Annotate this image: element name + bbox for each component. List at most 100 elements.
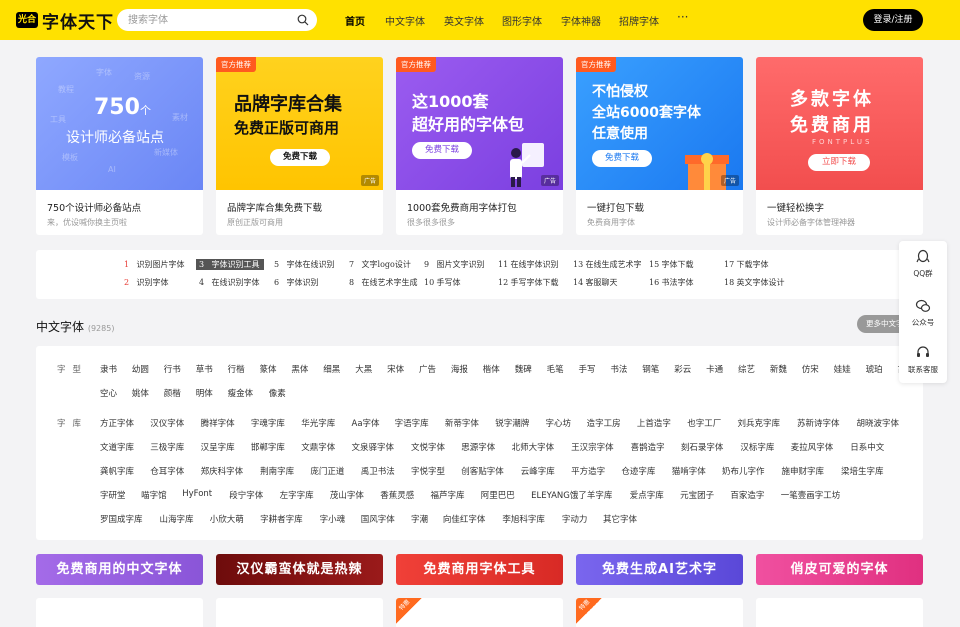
font-style-link[interactable]: 宋体 [387,363,404,375]
font-library-link[interactable]: 阿里巴巴 [481,489,515,501]
font-style-link[interactable]: 行书 [164,363,181,375]
hot-search-item[interactable]: 5 字体在线识别 [274,259,335,270]
font-card[interactable]: 特惠 [396,598,563,627]
bottom-banner[interactable]: 免费商用字体工具 [396,554,563,585]
font-library-link[interactable]: 国风字体 [361,513,395,525]
qq-group-button[interactable]: QQ群 [899,249,947,279]
font-library-link[interactable]: 奶布儿字作 [722,465,765,477]
bottom-banner[interactable]: 免费商用的中文字体 [36,554,203,585]
promo-card-brand-library[interactable]: 官方推荐 品牌字库合集 免费正版可商用 免费下载 广告 品牌字库合集免费下载 原… [216,57,383,235]
font-library-link[interactable]: 文悦字体 [411,441,445,453]
font-style-link[interactable]: 楷体 [483,363,500,375]
hot-search-item[interactable]: 13 在线生成艺术字 [573,259,642,270]
font-library-link[interactable]: 香蕉灵感 [380,489,414,501]
font-library-link[interactable]: 平方造字 [571,465,605,477]
font-library-link[interactable]: 锐字潮牌 [495,417,529,429]
font-library-link[interactable]: 方正字体 [100,417,134,429]
font-library-link[interactable]: 云峰字库 [521,465,555,477]
font-style-link[interactable]: 明体 [196,387,213,399]
hot-search-item[interactable]: 16 书法字体 [649,277,694,288]
font-style-link[interactable]: 娃娃 [834,363,851,375]
font-library-link[interactable]: 上首造字 [637,417,671,429]
font-library-link[interactable]: 字魂字库 [251,417,285,429]
wechat-button[interactable]: 公众号 [899,298,947,328]
hot-search-item[interactable]: 15 字体下载 [649,259,694,270]
font-library-link[interactable]: 其它字体 [603,513,637,525]
font-library-link[interactable]: 文鼎字体 [301,441,335,453]
font-library-link[interactable]: 新蒂字体 [445,417,479,429]
font-card[interactable] [216,598,383,627]
nav-home[interactable]: 首页 [345,13,365,28]
font-card[interactable] [756,598,923,627]
hot-search-item[interactable]: 14 客服聊天 [573,277,618,288]
font-style-link[interactable]: 仿宋 [802,363,819,375]
font-library-link[interactable]: 腾祥字体 [201,417,235,429]
font-library-link[interactable]: HyFont [182,489,212,499]
font-library-link[interactable]: 爱点字库 [630,489,664,501]
nav-graphic-fonts[interactable]: 图形字体 [502,13,542,28]
font-library-link[interactable]: 山海字库 [160,513,194,525]
font-library-link[interactable]: 一笔壹画字工坊 [781,489,841,501]
font-library-link[interactable]: 荆南字库 [260,465,294,477]
font-library-link[interactable]: 仓耳字体 [150,465,184,477]
font-library-link[interactable]: 日系中文 [850,441,884,453]
hot-search-item[interactable]: 8 在线艺术字生成 [349,277,418,288]
bottom-banner[interactable]: 汉仪霸蛮体就是热辣 [216,554,383,585]
font-library-link[interactable]: 三极字库 [150,441,184,453]
font-library-link[interactable]: 文泉驿字体 [352,441,395,453]
font-card[interactable]: 特惠 [576,598,743,627]
hot-search-item[interactable]: 1 识别图片字体 [124,259,185,270]
font-library-link[interactable]: 小欣大萌 [210,513,244,525]
font-library-link[interactable]: 喵字馆 [141,489,167,501]
font-style-link[interactable]: 姚体 [132,387,149,399]
bottom-banner[interactable]: 俏皮可爱的字体 [756,554,923,585]
font-style-link[interactable]: 颜楷 [164,387,181,399]
nav-chinese-fonts[interactable]: 中文字体 [385,13,425,28]
font-style-link[interactable]: 魏碑 [515,363,532,375]
nav-english-fonts[interactable]: 英文字体 [444,13,484,28]
font-style-link[interactable]: 大黑 [355,363,372,375]
search-icon[interactable] [297,14,309,26]
font-library-link[interactable]: 华光字库 [301,417,335,429]
font-style-link[interactable]: 像素 [269,387,286,399]
font-style-link[interactable]: 行楷 [228,363,245,375]
font-library-link[interactable]: 也字工厂 [687,417,721,429]
font-library-link[interactable]: 左字字库 [280,489,314,501]
site-logo[interactable]: 光合 字体天下 [16,10,114,33]
font-library-link[interactable]: 文道字库 [100,441,134,453]
font-library-link[interactable]: 向佳红字体 [443,513,486,525]
hot-search-item[interactable]: 17 下载字体 [724,259,769,270]
font-library-link[interactable]: 苏新诗字体 [797,417,840,429]
font-library-link[interactable]: 字潮 [411,513,428,525]
font-library-link[interactable]: 李旭科字库 [502,513,545,525]
font-library-link[interactable]: 庞门正道 [310,465,344,477]
promo-card-design-sites[interactable]: 字体 资源 教程 工具 素材 模板 AI 新媒体 750个 设计师必备站点 75… [36,57,203,235]
font-style-link[interactable]: 海报 [451,363,468,375]
free-download-button[interactable]: 免费下载 [412,142,472,159]
font-style-link[interactable]: 草书 [196,363,213,375]
font-library-link[interactable]: 茂山字体 [330,489,364,501]
font-library-link[interactable]: 思源字体 [461,441,495,453]
font-library-link[interactable]: 字悦字型 [411,465,445,477]
font-library-link[interactable]: 刘兵克字库 [738,417,781,429]
bottom-banner[interactable]: 免费生成AI艺术字 [576,554,743,585]
font-style-link[interactable]: 隶书 [100,363,117,375]
font-library-link[interactable]: 字语字库 [395,417,429,429]
hot-search-item[interactable]: 18 英文字体设计 [724,277,785,288]
font-library-link[interactable]: 刻石录字体 [681,441,724,453]
font-style-link[interactable]: 琥珀 [866,363,883,375]
font-library-link[interactable]: 元宝团子 [680,489,714,501]
hot-search-item[interactable]: 12 手写字体下载 [498,277,559,288]
font-style-link[interactable]: 幼圆 [132,363,149,375]
font-library-link[interactable]: Aa字体 [352,417,380,429]
hot-search-item[interactable]: 7 文字logo设计 [349,259,411,270]
font-library-link[interactable]: 郑庆科字体 [201,465,244,477]
customer-service-button[interactable]: 联系客服 [899,345,947,375]
font-style-link[interactable]: 毛笔 [547,363,564,375]
hot-search-item[interactable]: 2 识别字体 [124,277,169,288]
promo-card-1000-fonts[interactable]: 官方推荐 这1000套 超好用的字体包 免费下载 广告 1000套免费商用字体打… [396,57,563,235]
font-library-link[interactable]: 麦拉风字体 [791,441,834,453]
font-library-link[interactable]: 北师大字体 [512,441,555,453]
font-library-link[interactable]: 施申财字库 [782,465,825,477]
font-library-link[interactable]: 段宁字体 [229,489,263,501]
